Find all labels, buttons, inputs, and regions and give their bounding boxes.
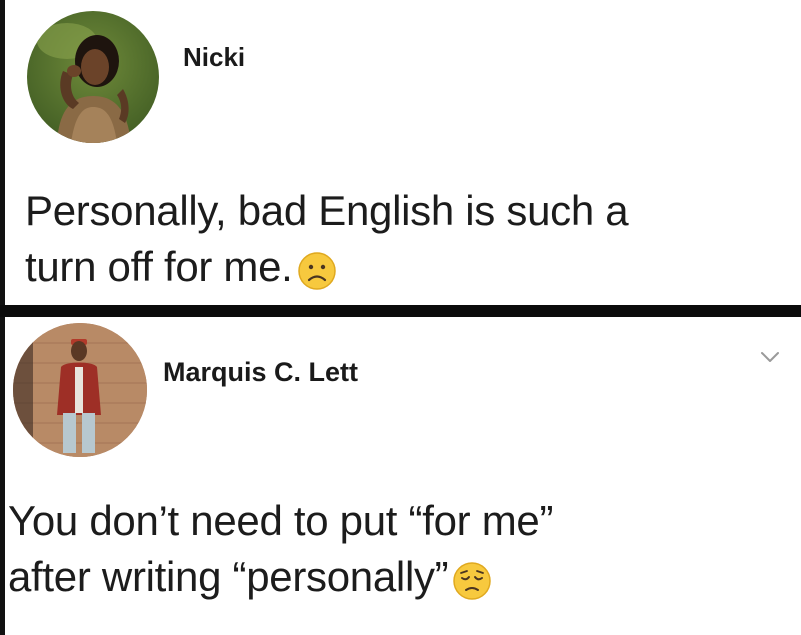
pensive-face-icon	[452, 559, 492, 615]
frowning-face-icon	[297, 249, 337, 305]
author-name[interactable]: Nicki	[183, 42, 245, 73]
profile-photo-icon	[13, 323, 147, 457]
post-text: You don’t need to put “for me” after wri…	[8, 493, 553, 615]
avatar[interactable]	[13, 323, 147, 457]
post-text-line: after writing “personally”	[8, 549, 553, 615]
profile-photo-icon	[27, 11, 159, 143]
post-text-line: You don’t need to put “for me”	[8, 497, 554, 544]
chevron-down-icon[interactable]	[759, 349, 781, 365]
post-text-line-content: turn off for me.	[25, 243, 293, 290]
avatar[interactable]	[27, 11, 159, 143]
author-name[interactable]: Marquis C. Lett	[163, 357, 358, 388]
post-text-line: turn off for me.	[25, 239, 628, 305]
post-marquis: Marquis C. Lett You don’t need to put “f…	[0, 317, 801, 635]
post-divider	[0, 305, 801, 317]
post-text-line: Personally, bad English is such a	[25, 187, 629, 234]
post-nicki: Nicki Personally, bad English is such a …	[0, 0, 801, 305]
post-text-line-content: after writing “personally”	[8, 553, 449, 600]
post-text: Personally, bad English is such a turn o…	[25, 183, 629, 305]
